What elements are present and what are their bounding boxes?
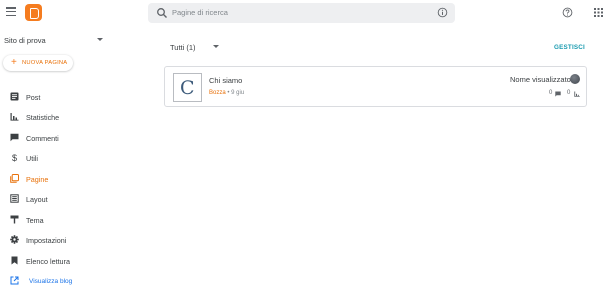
view-blog-label: Visualizza blog [29,277,73,285]
help-icon[interactable] [562,7,573,18]
paint-roller-icon [10,215,19,224]
new-page-button[interactable]: + NUOVA PAGINA [3,55,73,71]
sidebar-item-reading-list[interactable]: Elenco lettura [0,253,116,269]
sidebar-item-earnings[interactable]: $ Utili [0,150,116,166]
page-title[interactable]: Chi siamo [209,76,242,85]
layout-icon [10,194,19,203]
author-name: Nome visualizzato [510,75,571,84]
sidebar-item-label: Tema [26,216,44,225]
page-date: 9 giu [231,90,245,96]
sidebar-item-label: Commenti [26,134,59,143]
page-list-item[interactable]: C Chi siamo Bozza • 9 giu Nome visualizz… [164,66,587,107]
sidebar-item-theme[interactable]: Tema [0,212,116,228]
sidebar-item-label: Impostazioni [26,236,67,245]
sidebar-item-label: Layout [26,195,48,204]
sidebar: Sito di prova + NUOVA PAGINA Post Statis… [0,26,116,293]
sidebar-item-pages[interactable]: Pagine [0,171,116,187]
pages-icon [10,174,19,183]
apps-icon[interactable] [594,8,603,17]
sidebar-item-label: Post [26,93,41,102]
blog-selector[interactable]: Sito di prova [4,36,46,45]
search-icon[interactable] [156,7,168,19]
search-input[interactable]: Pagine di ricerca [172,8,228,17]
main-content: Tutti (1) GESTISCI C Chi siamo Bozza • 9… [116,26,610,293]
sidebar-item-label: Elenco lettura [26,257,70,266]
menu-icon[interactable] [6,7,16,17]
gear-icon [10,235,19,244]
page-meta: Bozza • 9 giu [209,90,244,96]
sidebar-item-label: Pagine [26,175,49,184]
view-blog-link[interactable]: Visualizza blog [0,273,116,289]
post-icon [10,92,19,101]
bookmark-icon [11,256,18,265]
svg-text:$: $ [12,153,17,162]
info-icon[interactable] [437,7,448,18]
plus-icon: + [11,57,17,68]
dollar-icon: $ [12,153,17,162]
top-bar: Pagine di ricerca [0,0,610,26]
status-badge: Bozza [209,90,226,96]
sidebar-item-stats[interactable]: Statistiche [0,109,116,125]
comment-count: 0 [549,90,553,96]
sidebar-item-label: Utili [26,154,38,163]
view-count: 0 [567,90,571,96]
sidebar-item-layout[interactable]: Layout [0,191,116,207]
sidebar-item-settings[interactable]: Impostazioni [0,232,116,248]
sidebar-item-comments[interactable]: Commenti [0,130,116,146]
blogger-logo[interactable] [25,4,42,21]
open-in-new-icon [10,276,19,285]
comment-icon [555,91,561,97]
new-page-label: NUOVA PAGINA [22,59,68,66]
manage-button[interactable]: GESTISCI [554,44,585,51]
avatar [570,74,580,84]
filter-dropdown[interactable]: Tutti (1) [170,43,196,52]
chevron-down-icon[interactable] [213,45,219,48]
chevron-down-icon[interactable] [97,38,103,41]
stats-icon [574,91,580,97]
sidebar-item-post[interactable]: Post [0,89,116,105]
comment-icon [10,133,19,142]
sidebar-item-label: Statistiche [26,113,60,122]
page-thumbnail: C [173,73,202,102]
thumbnail-letter: C [180,77,195,99]
search-bar[interactable]: Pagine di ricerca [148,3,455,23]
stats-icon [10,113,19,121]
